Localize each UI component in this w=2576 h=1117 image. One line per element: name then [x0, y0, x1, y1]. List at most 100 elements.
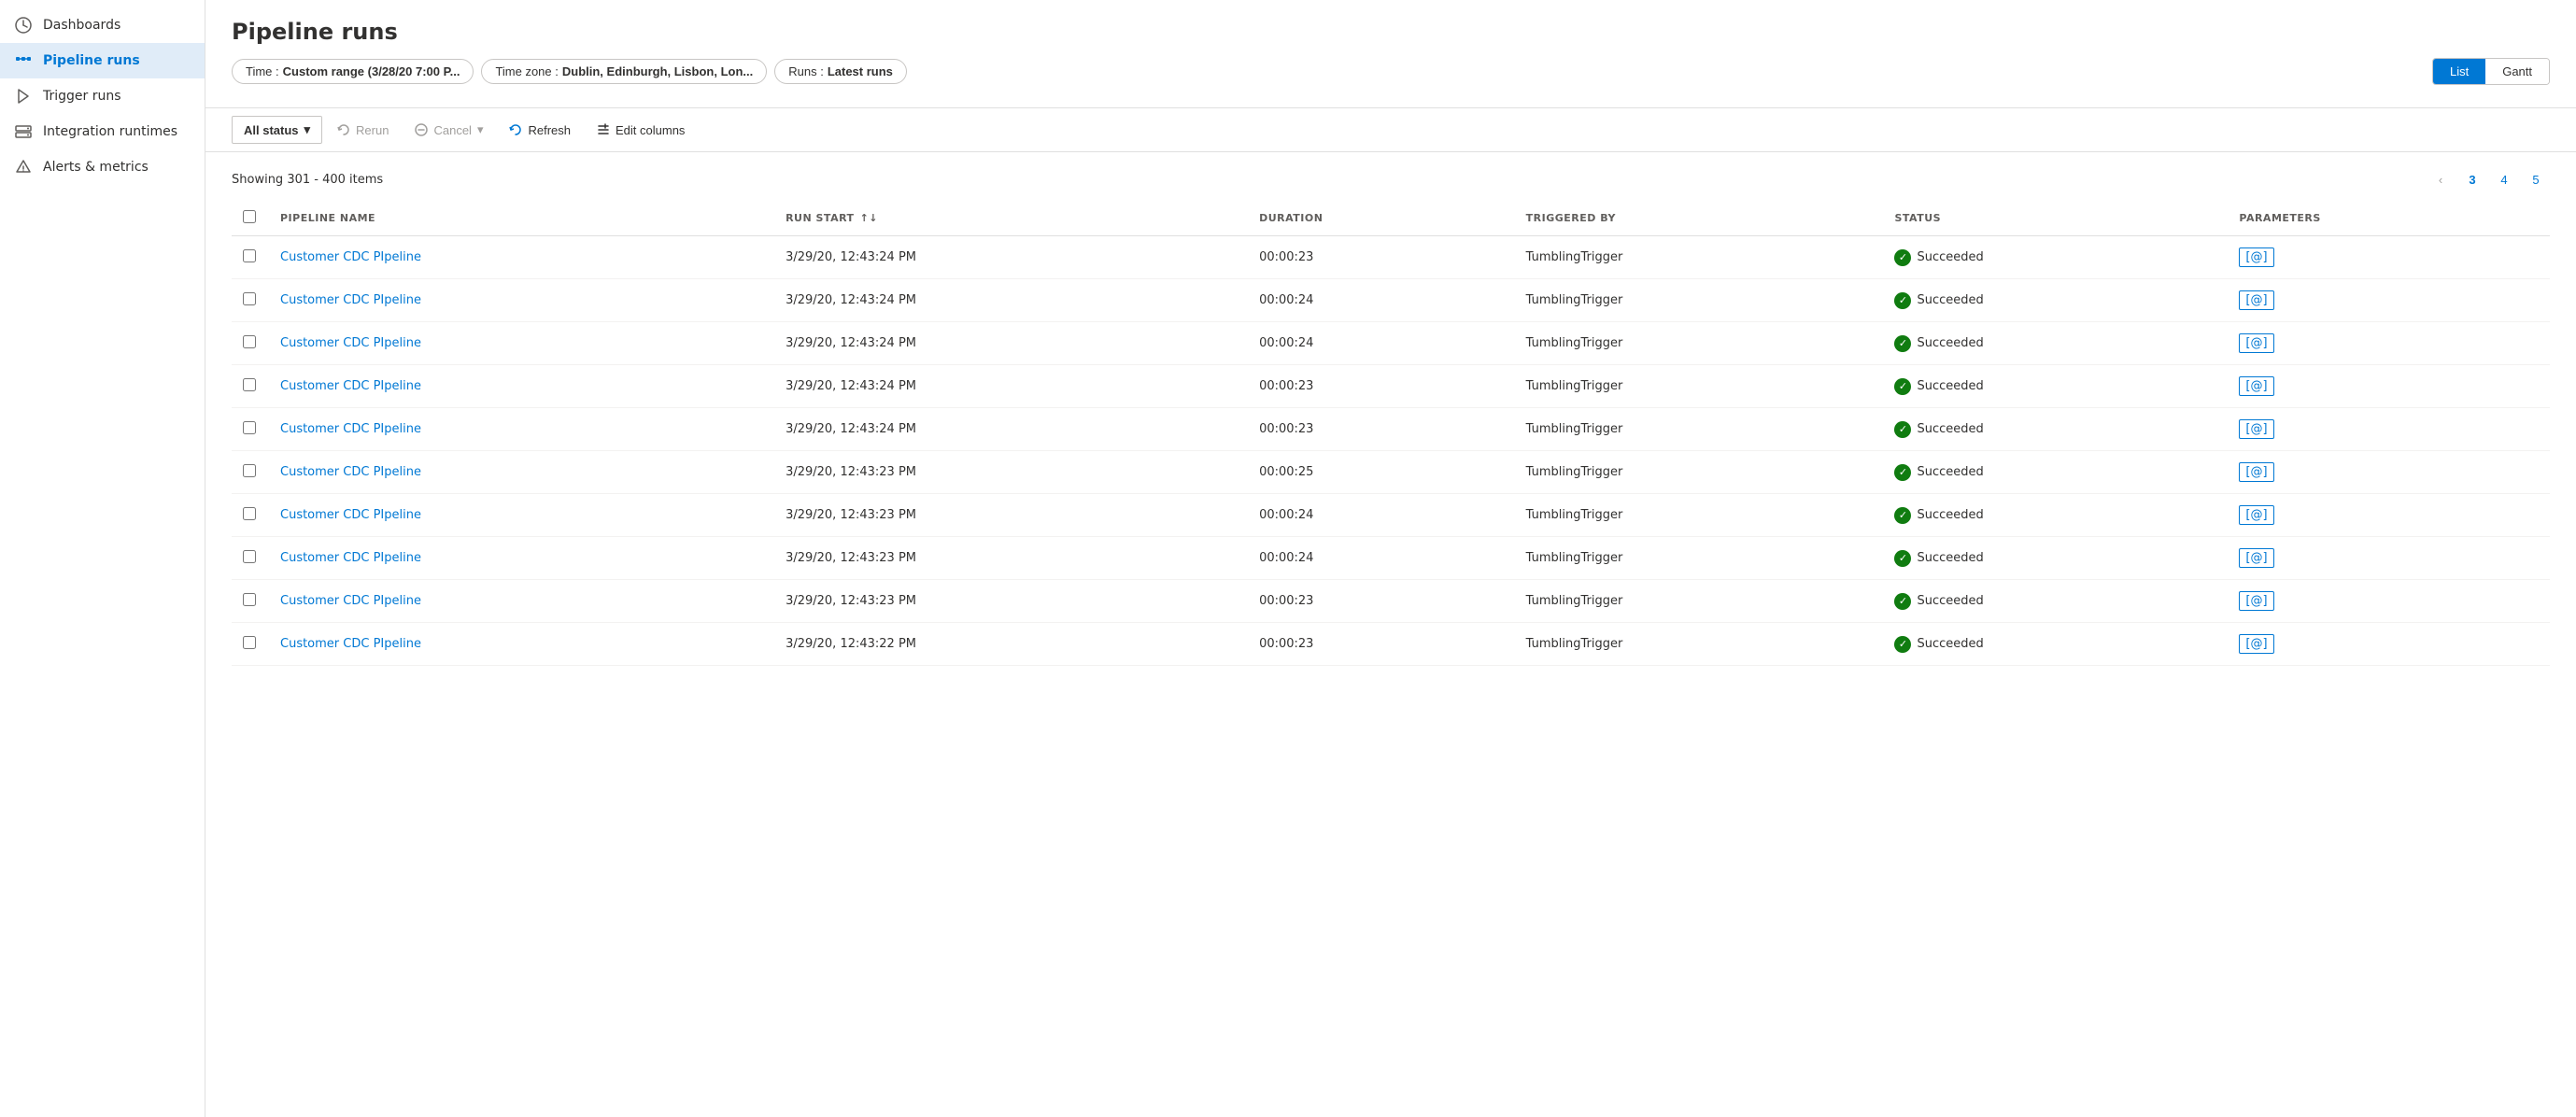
pipeline-link-8[interactable]: Customer CDC PIpeline [280, 594, 421, 608]
table-row: Customer CDC PIpeline 3/29/20, 12:43:24 … [232, 365, 2550, 408]
succeeded-check-icon [1894, 378, 1911, 395]
row-run-start: 3/29/20, 12:43:23 PM [774, 451, 1248, 494]
refresh-button[interactable]: Refresh [498, 118, 582, 143]
gantt-view-button[interactable]: Gantt [2485, 59, 2549, 84]
select-all-checkbox[interactable] [243, 210, 256, 223]
row-pipeline-name: Customer CDC PIpeline [269, 365, 774, 408]
page-header: Pipeline runs Time : Custom range (3/28/… [205, 0, 2576, 108]
sidebar-item-pipeline-runs[interactable]: Pipeline runs [0, 43, 205, 78]
params-icon-0[interactable]: [@] [2239, 247, 2273, 267]
params-icon-7[interactable]: [@] [2239, 548, 2273, 568]
params-icon-2[interactable]: [@] [2239, 333, 2273, 353]
params-icon-3[interactable]: [@] [2239, 376, 2273, 396]
table-row: Customer CDC PIpeline 3/29/20, 12:43:23 … [232, 537, 2550, 580]
row-checkbox-6[interactable] [243, 507, 256, 520]
row-checkbox-2[interactable] [243, 335, 256, 348]
params-icon-9[interactable]: [@] [2239, 634, 2273, 654]
page-5-button[interactable]: 5 [2522, 165, 2550, 193]
time-filter-label: Time : [246, 64, 279, 78]
params-icon-8[interactable]: [@] [2239, 591, 2273, 611]
runs-filter-pill[interactable]: Runs : Latest runs [774, 59, 907, 84]
page-3-button[interactable]: 3 [2458, 165, 2486, 193]
sidebar-item-alerts-metrics[interactable]: Alerts & metrics [0, 149, 205, 185]
page-title: Pipeline runs [232, 19, 2550, 45]
row-checkbox-1[interactable] [243, 292, 256, 305]
table-row: Customer CDC PIpeline 3/29/20, 12:43:24 … [232, 322, 2550, 365]
row-triggered-by: TumblingTrigger [1515, 236, 1884, 279]
row-run-start: 3/29/20, 12:43:23 PM [774, 494, 1248, 537]
time-filter-pill[interactable]: Time : Custom range (3/28/20 7:00 P... [232, 59, 474, 84]
pipeline-link-0[interactable]: Customer CDC PIpeline [280, 250, 421, 264]
edit-columns-button[interactable]: Edit columns [586, 118, 696, 143]
row-status: Succeeded [1883, 580, 2228, 623]
succeeded-check-icon [1894, 335, 1911, 352]
th-run-start[interactable]: RUN START ↑↓ [774, 201, 1248, 236]
row-checkbox-3[interactable] [243, 378, 256, 391]
page-4-button[interactable]: 4 [2490, 165, 2518, 193]
th-duration: DURATION [1248, 201, 1515, 236]
cancel-button[interactable]: Cancel ▾ [403, 117, 494, 143]
row-status: Succeeded [1883, 322, 2228, 365]
row-checkbox-0[interactable] [243, 249, 256, 262]
row-run-start: 3/29/20, 12:43:22 PM [774, 623, 1248, 666]
params-icon-1[interactable]: [@] [2239, 290, 2273, 310]
list-view-button[interactable]: List [2433, 59, 2485, 84]
table-body: Customer CDC PIpeline 3/29/20, 12:43:24 … [232, 236, 2550, 666]
pipeline-link-5[interactable]: Customer CDC PIpeline [280, 465, 421, 479]
row-status: Succeeded [1883, 623, 2228, 666]
sidebar-item-dashboards[interactable]: Dashboards [0, 7, 205, 43]
row-parameters: [@] [2228, 408, 2550, 451]
row-checkbox-8[interactable] [243, 593, 256, 606]
rerun-button[interactable]: Rerun [326, 118, 400, 143]
row-run-start: 3/29/20, 12:43:24 PM [774, 408, 1248, 451]
row-checkbox-4[interactable] [243, 421, 256, 434]
row-triggered-by: TumblingTrigger [1515, 322, 1884, 365]
row-duration: 00:00:24 [1248, 537, 1515, 580]
prev-page-button[interactable]: ‹ [2427, 165, 2455, 193]
params-icon-4[interactable]: [@] [2239, 419, 2273, 439]
status-dropdown[interactable]: All status ▾ [232, 116, 322, 144]
row-checkbox-9[interactable] [243, 636, 256, 649]
sidebar-item-trigger-runs[interactable]: Trigger runs [0, 78, 205, 114]
row-pipeline-name: Customer CDC PIpeline [269, 236, 774, 279]
refresh-label: Refresh [528, 123, 571, 137]
row-parameters: [@] [2228, 623, 2550, 666]
row-parameters: [@] [2228, 494, 2550, 537]
pipeline-link-6[interactable]: Customer CDC PIpeline [280, 508, 421, 522]
params-icon-5[interactable]: [@] [2239, 462, 2273, 482]
row-status: Succeeded [1883, 408, 2228, 451]
sidebar-item-integration-runtimes[interactable]: Integration runtimes [0, 114, 205, 149]
pipeline-link-7[interactable]: Customer CDC PIpeline [280, 551, 421, 565]
status-text: Succeeded [1917, 250, 1983, 264]
row-checkbox-7[interactable] [243, 550, 256, 563]
pipeline-link-9[interactable]: Customer CDC PIpeline [280, 637, 421, 651]
pipeline-link-3[interactable]: Customer CDC PIpeline [280, 379, 421, 393]
pipeline-link-2[interactable]: Customer CDC PIpeline [280, 336, 421, 350]
row-triggered-by: TumblingTrigger [1515, 451, 1884, 494]
runtime-icon [15, 123, 32, 140]
refresh-icon [509, 123, 522, 136]
row-triggered-by: TumblingTrigger [1515, 623, 1884, 666]
table-row: Customer CDC PIpeline 3/29/20, 12:43:23 … [232, 494, 2550, 537]
row-checkbox-cell [232, 451, 269, 494]
row-parameters: [@] [2228, 580, 2550, 623]
status-text: Succeeded [1917, 293, 1983, 307]
timezone-filter-pill[interactable]: Time zone : Dublin, Edinburgh, Lisbon, L… [481, 59, 767, 84]
row-run-start: 3/29/20, 12:43:24 PM [774, 279, 1248, 322]
rerun-label: Rerun [356, 123, 389, 137]
sidebar: Dashboards Pipeline runs Trigger runs [0, 0, 205, 1117]
sidebar-item-label: Dashboards [43, 18, 120, 33]
row-checkbox-5[interactable] [243, 464, 256, 477]
succeeded-check-icon [1894, 464, 1911, 481]
row-checkbox-cell [232, 580, 269, 623]
data-table: PIPELINE NAME RUN START ↑↓ DURATION TRIG… [232, 201, 2550, 666]
pipeline-link-1[interactable]: Customer CDC PIpeline [280, 293, 421, 307]
sort-icon: ↑↓ [860, 212, 878, 224]
row-checkbox-cell [232, 365, 269, 408]
params-icon-6[interactable]: [@] [2239, 505, 2273, 525]
row-status: Succeeded [1883, 279, 2228, 322]
row-status: Succeeded [1883, 494, 2228, 537]
main-content: Pipeline runs Time : Custom range (3/28/… [205, 0, 2576, 1117]
pipeline-link-4[interactable]: Customer CDC PIpeline [280, 422, 421, 436]
succeeded-check-icon [1894, 292, 1911, 309]
